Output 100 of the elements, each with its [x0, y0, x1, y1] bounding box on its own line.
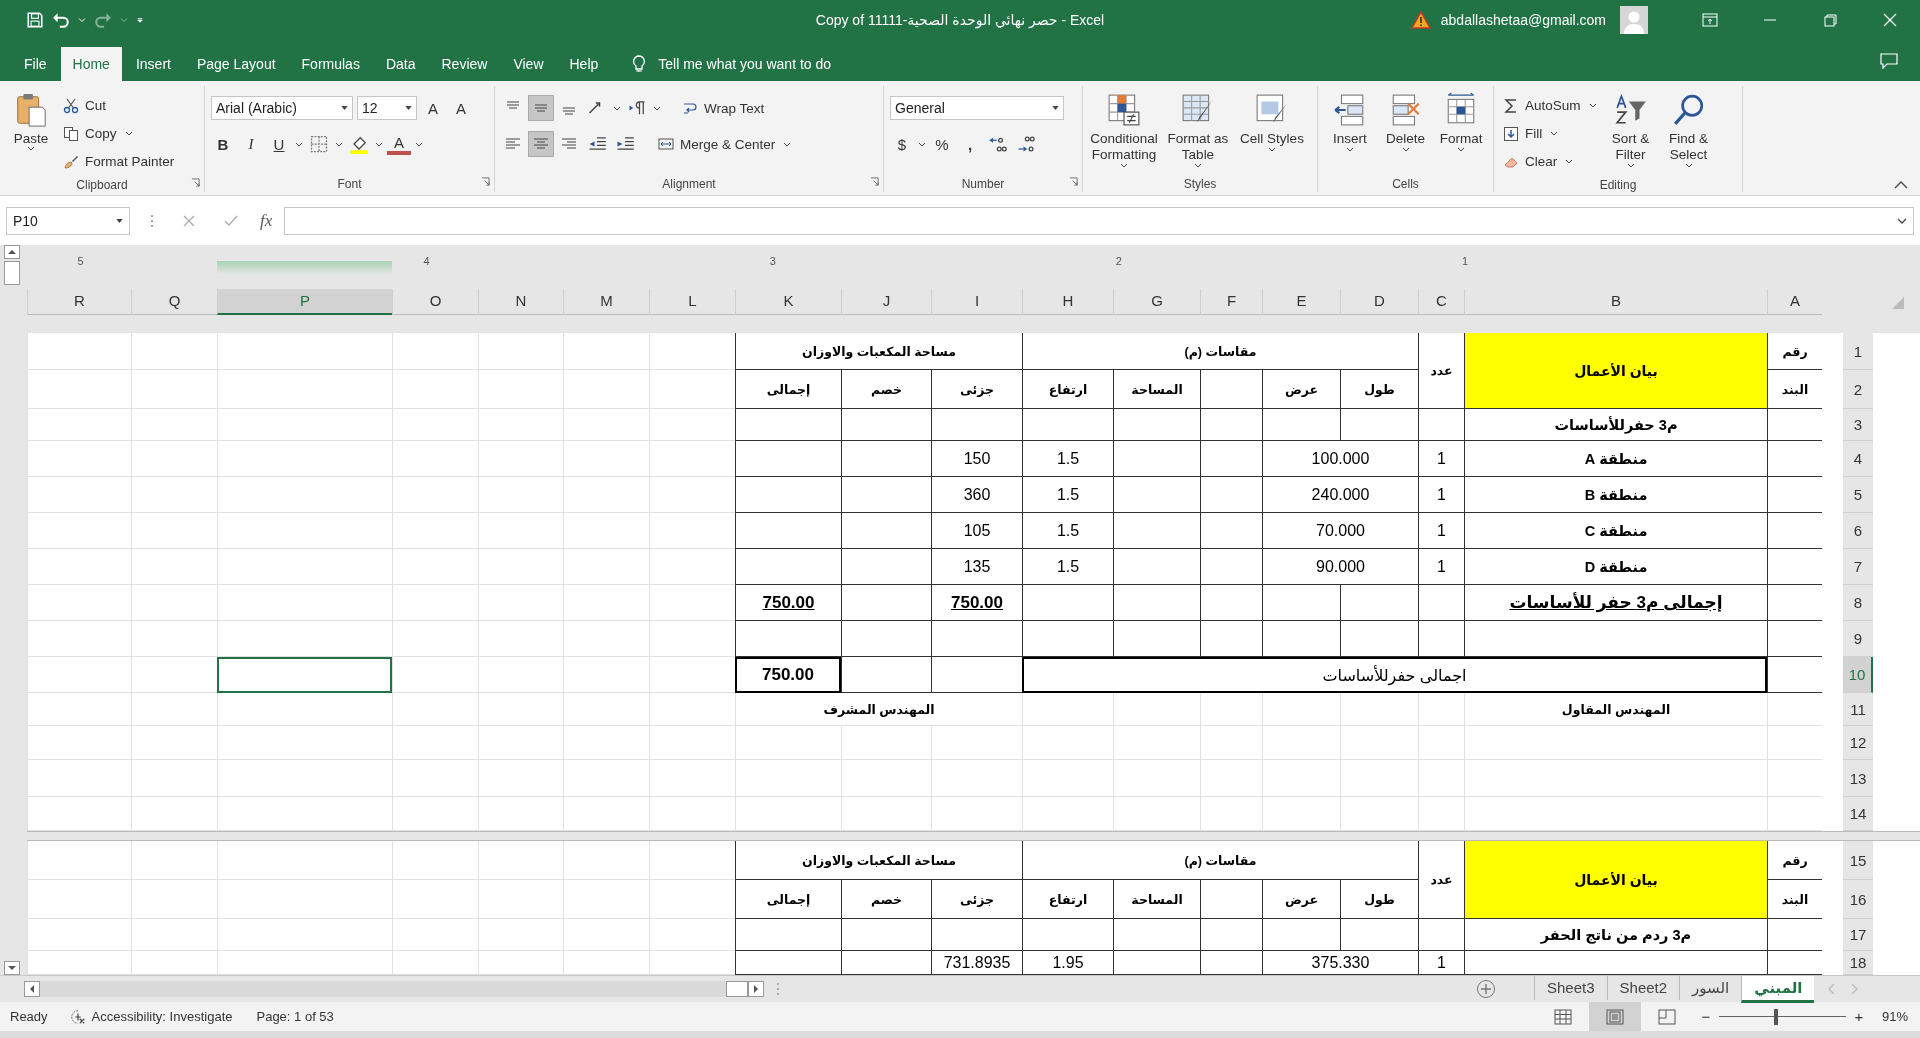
active-cell[interactable]: [217, 657, 392, 693]
find-select-button[interactable]: Find & Select: [1661, 90, 1716, 175]
comments-icon[interactable]: [1880, 52, 1898, 69]
conditional-formatting-button[interactable]: Conditional Formatting: [1089, 90, 1159, 174]
split-handle-icon[interactable]: [776, 982, 780, 996]
currency-button[interactable]: $: [890, 132, 914, 156]
row-header[interactable]: 9: [1843, 621, 1873, 657]
sheet-tab[interactable]: Sheet2: [1606, 975, 1680, 1000]
scroll-right-icon[interactable]: [748, 981, 764, 997]
font-name-field[interactable]: Arial (Arabic): [211, 96, 353, 120]
ribbon-tab[interactable]: Formulas: [289, 47, 372, 81]
caret-icon[interactable]: [295, 141, 303, 147]
caret-icon[interactable]: [918, 141, 926, 147]
row-header[interactable]: 1: [1843, 333, 1873, 370]
row-header[interactable]: 16: [1843, 880, 1873, 919]
row-header[interactable]: 15: [1843, 841, 1873, 880]
row-header[interactable]: 14: [1843, 797, 1873, 831]
format-as-table-button[interactable]: Format as Table: [1163, 90, 1233, 174]
customize-icon[interactable]: [136, 17, 144, 23]
add-sheet-icon[interactable]: [1476, 979, 1496, 999]
dialog-launcher-icon[interactable]: [870, 177, 879, 186]
save-icon[interactable]: [26, 11, 44, 29]
column-header[interactable]: R: [27, 289, 131, 315]
insert-cells-button[interactable]: Insert: [1324, 90, 1376, 174]
delete-cells-button[interactable]: Delete: [1379, 90, 1432, 174]
zoom-in-button[interactable]: +: [1849, 1008, 1868, 1025]
restore-icon[interactable]: [1822, 13, 1838, 27]
accessibility-button[interactable]: Accessibility: Investigate: [69, 1008, 233, 1025]
fill-button[interactable]: Fill: [1500, 120, 1600, 147]
row-header[interactable]: 12: [1843, 726, 1873, 760]
zoom-level[interactable]: 91%: [1881, 1009, 1908, 1024]
column-header[interactable]: I: [931, 289, 1022, 315]
comma-button[interactable]: ,: [958, 132, 982, 156]
bold-button[interactable]: B: [211, 132, 235, 156]
row-header[interactable]: 5: [1843, 477, 1873, 513]
format-cells-button[interactable]: Format: [1435, 90, 1487, 174]
warning-icon[interactable]: [1410, 11, 1431, 29]
autosum-button[interactable]: AutoSum: [1500, 92, 1600, 119]
merge-center-button[interactable]: Merge & Center: [655, 130, 795, 158]
italic-button[interactable]: I: [239, 132, 263, 156]
undo-icon[interactable]: [52, 11, 70, 29]
column-header[interactable]: L: [649, 289, 735, 315]
column-header[interactable]: A: [1767, 289, 1822, 315]
formula-field[interactable]: [284, 206, 1914, 235]
row-header[interactable]: 6: [1843, 513, 1873, 549]
column-header[interactable]: M: [563, 289, 649, 315]
row-header[interactable]: 13: [1843, 760, 1873, 797]
ribbon-tab[interactable]: Insert: [123, 47, 183, 81]
cell-styles-button[interactable]: Cell Styles: [1237, 90, 1307, 174]
sheet-tab[interactable]: المبني: [1741, 975, 1815, 1003]
zoom-thumb[interactable]: [1774, 1008, 1779, 1025]
horizontal-scrollbar[interactable]: [40, 981, 748, 997]
insert-function-button[interactable]: fx: [260, 210, 273, 231]
scroll-left-icon[interactable]: [24, 981, 40, 997]
dialog-launcher-icon[interactable]: [191, 178, 200, 187]
column-header[interactable]: C: [1418, 289, 1464, 315]
row-header[interactable]: 8: [1843, 585, 1873, 621]
caret-icon[interactable]: [653, 105, 661, 111]
row-header[interactable]: 18: [1843, 951, 1873, 975]
ribbon-tab[interactable]: Page Layout: [184, 47, 288, 81]
underline-button[interactable]: U: [267, 132, 291, 156]
number-format-field[interactable]: General: [890, 96, 1064, 120]
column-header[interactable]: D: [1340, 289, 1418, 315]
sheet-tab[interactable]: Sheet3: [1534, 975, 1607, 1000]
ribbon-display-icon[interactable]: [1702, 13, 1718, 27]
sheet-tab[interactable]: السور: [1679, 975, 1742, 1000]
ribbon-tab[interactable]: Review: [429, 47, 500, 81]
shrink-font-button[interactable]: A: [449, 96, 473, 120]
column-header[interactable]: G: [1113, 289, 1200, 315]
row-header[interactable]: 2: [1843, 370, 1873, 409]
row-header[interactable]: 7: [1843, 549, 1873, 585]
dialog-launcher-icon[interactable]: [481, 177, 490, 186]
ribbon-tab[interactable]: Home: [60, 47, 122, 81]
row-header[interactable]: 10: [1843, 657, 1873, 693]
scroll-down-icon[interactable]: [4, 961, 20, 975]
grow-font-button[interactable]: A: [421, 96, 445, 120]
column-header[interactable]: K: [735, 289, 841, 315]
cut-button[interactable]: Cut: [60, 92, 178, 119]
ribbon-tab[interactable]: File: [12, 47, 59, 81]
collapse-ribbon-icon[interactable]: [1894, 181, 1908, 189]
ribbon-tab[interactable]: View: [501, 47, 556, 81]
row-header[interactable]: 11: [1843, 693, 1873, 726]
column-header[interactable]: Q: [131, 289, 217, 315]
sort-filter-button[interactable]: Sort & Filter: [1603, 90, 1658, 175]
dialog-launcher-icon[interactable]: [1069, 177, 1078, 186]
scroll-up-icon[interactable]: [4, 245, 20, 259]
caret-icon[interactable]: [335, 141, 343, 147]
caret-icon[interactable]: [415, 141, 423, 147]
column-header[interactable]: F: [1200, 289, 1262, 315]
ribbon-tab[interactable]: Help: [557, 47, 611, 81]
tell-me-field[interactable]: Tell me what you want to do: [656, 55, 881, 73]
column-header[interactable]: E: [1262, 289, 1340, 315]
name-box[interactable]: P10: [6, 206, 130, 235]
column-header[interactable]: B: [1464, 289, 1767, 315]
close-icon[interactable]: [1882, 13, 1898, 27]
row-header[interactable]: 17: [1843, 919, 1873, 951]
column-header[interactable]: J: [841, 289, 931, 315]
row-header[interactable]: 3: [1843, 409, 1873, 441]
font-color-button[interactable]: A: [387, 133, 411, 155]
column-header[interactable]: N: [478, 289, 563, 315]
